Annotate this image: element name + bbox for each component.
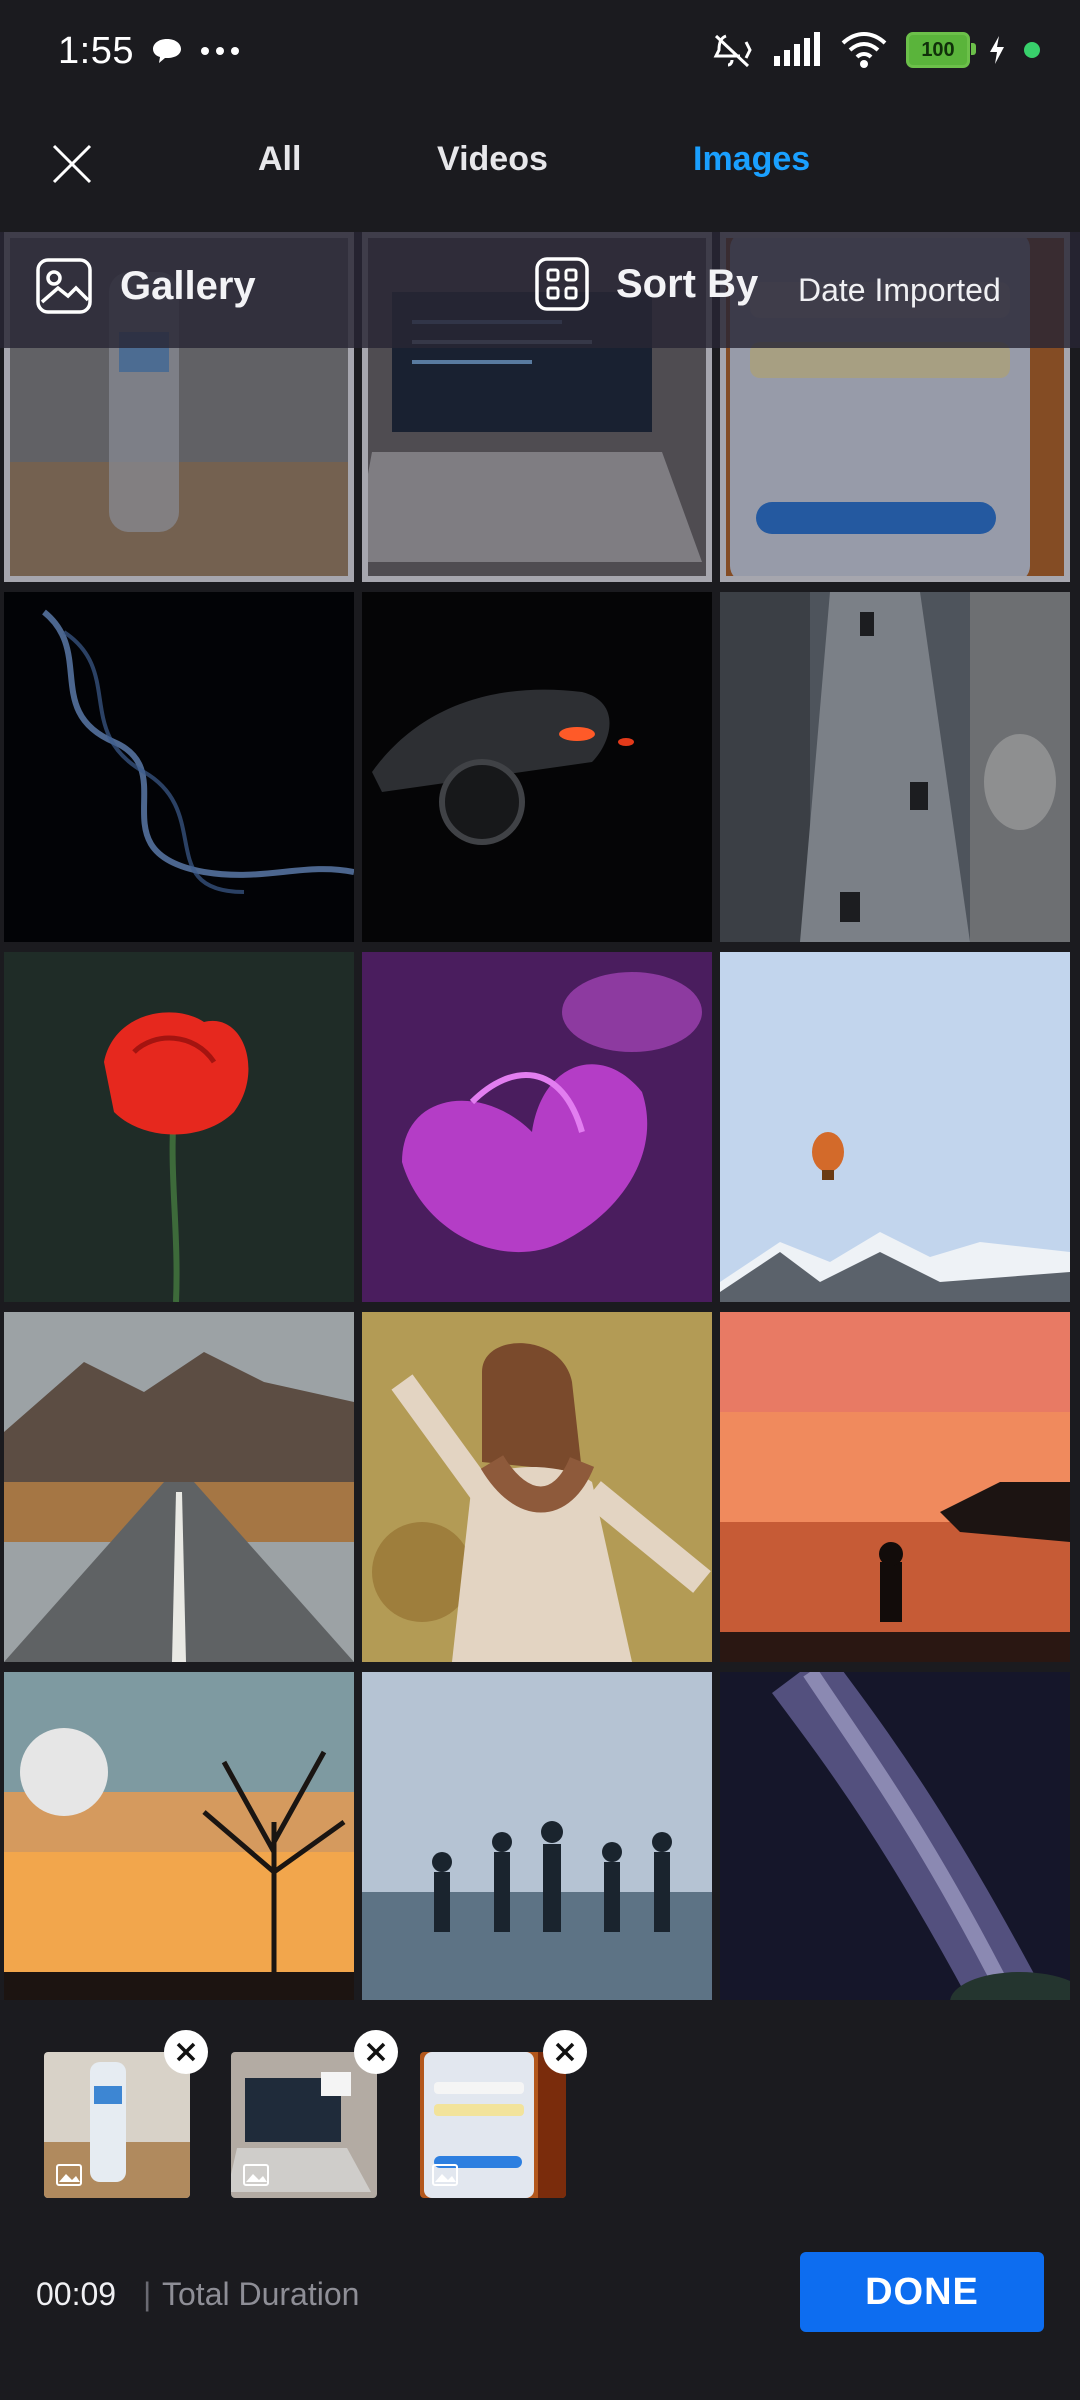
- media-picker-header: All Videos Images: [0, 110, 1080, 220]
- close-icon: [176, 2042, 196, 2062]
- media-tile-woman-autumn[interactable]: [362, 1312, 712, 1662]
- media-tile-sunset-beach[interactable]: [720, 1312, 1070, 1662]
- total-duration-value: 00:09: [36, 2276, 117, 2312]
- grid-sort-icon: [535, 257, 589, 311]
- selected-tray: 00:09 | Total Duration DONE: [0, 2000, 1080, 2400]
- chat-bubble-icon: [153, 39, 181, 63]
- selected-thumb-bottle[interactable]: [44, 2052, 190, 2198]
- signal-icon: [774, 32, 820, 66]
- close-icon: [555, 2042, 575, 2062]
- media-tile-moon-tree[interactable]: [4, 1672, 354, 2000]
- tab-videos[interactable]: Videos: [437, 140, 548, 179]
- tab-images[interactable]: Images: [693, 140, 810, 179]
- remove-thumb-phone-screen-button[interactable]: [543, 2030, 587, 2074]
- status-time: 1:55: [58, 30, 134, 72]
- remove-thumb-laptop-button[interactable]: [354, 2030, 398, 2074]
- done-button[interactable]: DONE: [800, 2252, 1044, 2332]
- status-system-icons: 100: [710, 30, 1040, 70]
- media-tile-car[interactable]: [362, 592, 712, 942]
- media-tile-people-beach[interactable]: [362, 1672, 712, 2000]
- gallery-button[interactable]: Gallery: [34, 256, 256, 316]
- sort-by-label: Sort By: [616, 261, 759, 306]
- media-tile-milky-way[interactable]: [720, 1672, 1070, 2000]
- close-icon: [52, 144, 92, 184]
- tab-all[interactable]: All: [258, 140, 301, 179]
- selected-thumb-laptop[interactable]: [231, 2052, 377, 2198]
- image-type-icon: [243, 2164, 269, 2186]
- media-grid: [0, 232, 1080, 2000]
- media-tile-city-street[interactable]: [720, 592, 1070, 942]
- selected-thumb-phone-screen[interactable]: [420, 2052, 566, 2198]
- sort-value[interactable]: Date Imported: [798, 272, 1001, 309]
- battery-indicator: 100: [906, 32, 976, 68]
- close-button[interactable]: [42, 134, 102, 194]
- gallery-icon: [36, 258, 92, 314]
- media-tile-poppy[interactable]: [4, 952, 354, 1302]
- image-type-icon: [56, 2164, 82, 2186]
- vibrate-off-icon: [713, 34, 752, 68]
- charging-dot: [1024, 42, 1040, 58]
- gallery-toolbar: Gallery Sort By Date Imported: [0, 232, 1080, 348]
- sort-by-button[interactable]: Sort By: [534, 256, 758, 312]
- gallery-label: Gallery: [120, 263, 256, 308]
- media-tile-purple-flower[interactable]: [362, 952, 712, 1302]
- status-bar: 1:55 100: [0, 0, 1080, 110]
- remove-thumb-bottle-button[interactable]: [164, 2030, 208, 2074]
- charging-icon: [990, 36, 1004, 64]
- wifi-icon: [841, 32, 887, 68]
- image-type-icon: [432, 2164, 458, 2186]
- media-tile-balloon[interactable]: [720, 952, 1070, 1302]
- media-tile-mountain-road[interactable]: [4, 1312, 354, 1662]
- more-dots-icon: [201, 47, 239, 55]
- status-notifications: [150, 36, 240, 66]
- duration-separator: |: [143, 2276, 152, 2312]
- close-icon: [366, 2042, 386, 2062]
- total-duration-label: Total Duration: [162, 2276, 360, 2312]
- media-tile-smoke[interactable]: [4, 592, 354, 942]
